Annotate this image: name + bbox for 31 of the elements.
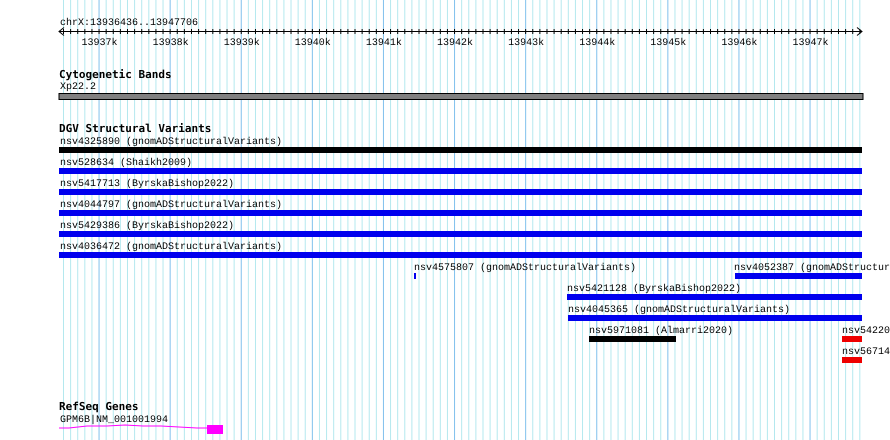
tick-label: 13937k: [82, 38, 118, 49]
variant-label: nsv4052387 (gnomADStructur: [734, 263, 890, 274]
gene-label: GPM6B|NM_001001994: [60, 415, 168, 426]
variant-label: nsv4575807 (gnomADStructuralVariants): [414, 263, 636, 274]
tick-label: 13941k: [366, 38, 402, 49]
variant-label: nsv528634 (Shaikh2009): [60, 158, 192, 169]
variant-label: nsv4036472 (gnomADStructuralVariants): [60, 242, 282, 253]
variant-label: nsv4325890 (gnomADStructuralVariants): [60, 137, 282, 148]
variant-label: nsv54220: [842, 326, 890, 337]
variant-label: nsv56714: [842, 347, 890, 358]
variant-label: nsv4044797 (gnomADStructuralVariants): [60, 200, 282, 211]
tick-label: 13943k: [508, 38, 544, 49]
variant-label: nsv5429386 (ByrskaBishop2022): [60, 221, 234, 232]
variant-label: nsv4045365 (gnomADStructuralVariants): [568, 305, 790, 316]
variant-label: nsv5417713 (ByrskaBishop2022): [60, 179, 234, 190]
exon-block: [207, 425, 223, 434]
variant-label: nsv5421128 (ByrskaBishop2022): [567, 284, 742, 295]
tick-label: 13945k: [650, 38, 686, 49]
band-label: Xp22.2: [60, 82, 96, 93]
tick-label: 13947k: [792, 38, 828, 49]
tick-label: 13946k: [721, 38, 758, 49]
tick-label: 13939k: [224, 38, 260, 49]
tick-label: 13942k: [437, 38, 473, 49]
tick-label: 13944k: [579, 38, 616, 49]
location-label: chrX:13936436..13947706: [60, 18, 198, 29]
track-title: RefSeq Genes: [59, 400, 138, 413]
tick-label: 13940k: [294, 38, 331, 49]
tick-label: 13938k: [152, 38, 189, 49]
track-title: Cytogenetic Bands: [59, 68, 172, 81]
track-title: DGV Structural Variants: [59, 122, 212, 135]
variant-label: nsv5971081 (Almarri2020): [589, 326, 734, 337]
